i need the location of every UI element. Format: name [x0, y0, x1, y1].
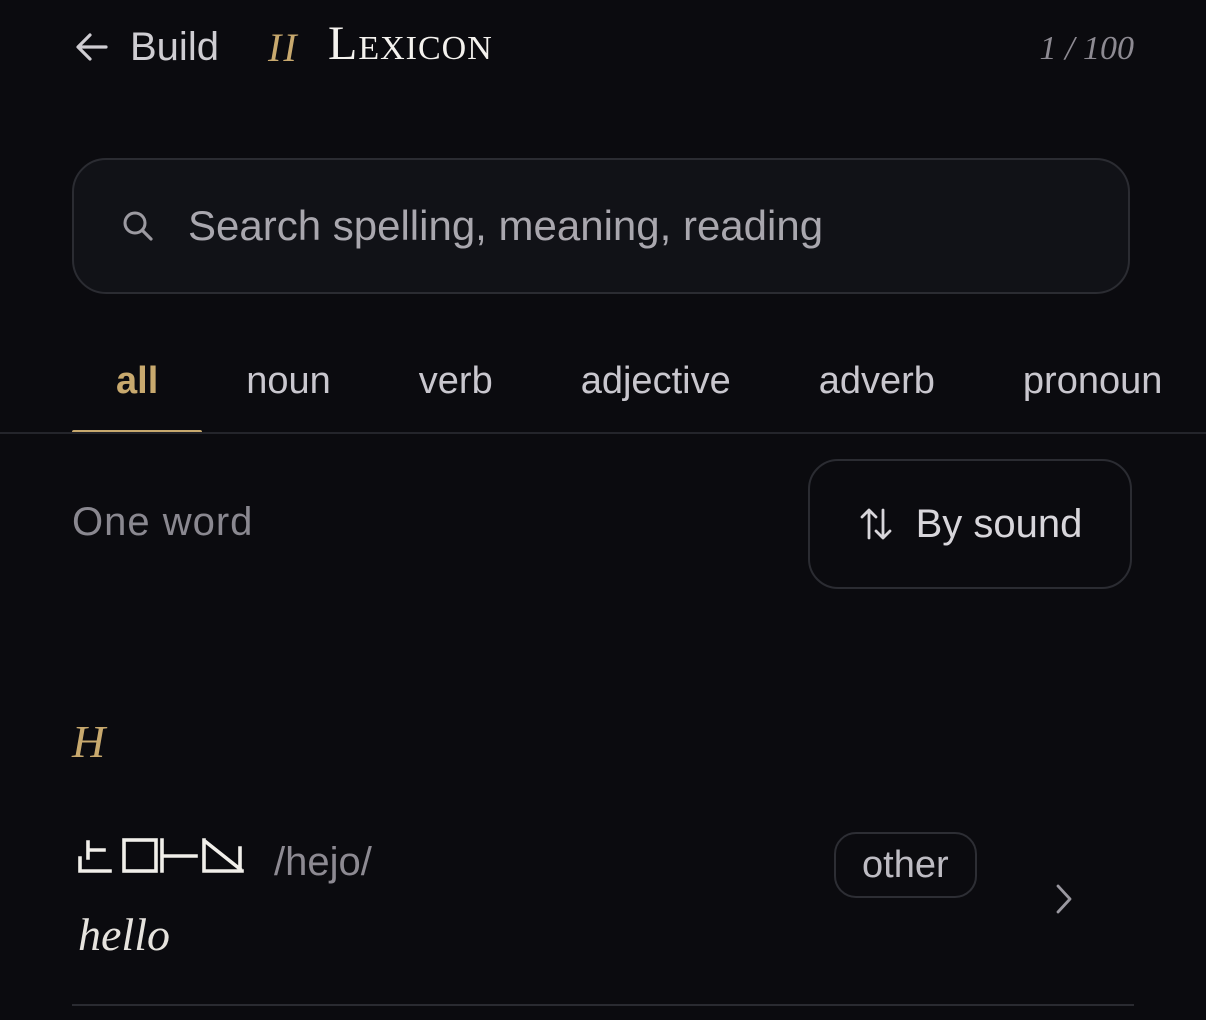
search-bar[interactable] [72, 158, 1130, 294]
search-icon [123, 211, 153, 241]
sort-label: By sound [915, 501, 1083, 546]
tab-pronoun[interactable]: pronoun [979, 330, 1206, 432]
word-entry[interactable]: /hejo/ hello other [72, 820, 1134, 1006]
tab-adverb[interactable]: adverb [775, 330, 979, 432]
lexicon-screen: Build II Lexicon 1 / 100 all noun verb a… [0, 0, 1206, 1020]
word-reading: /hejo/ [274, 840, 372, 884]
word-counter: 1 / 100 [1039, 30, 1134, 67]
entry-divider [72, 1004, 1134, 1006]
tabs-divider [0, 432, 1206, 434]
tab-noun[interactable]: noun [202, 330, 375, 432]
sort-arrows-icon [860, 508, 892, 540]
tab-all[interactable]: all [72, 330, 203, 434]
search-input[interactable] [186, 201, 1128, 251]
section-numeral: II [268, 25, 299, 70]
word-count: One word [72, 500, 254, 544]
section-header-letter: H [72, 716, 106, 767]
sort-button[interactable]: By sound [808, 459, 1132, 589]
back-button[interactable]: Build [72, 18, 219, 76]
page-title: Lexicon [328, 17, 493, 70]
part-of-speech-tabs: all noun verb adjective adverb pronoun [72, 330, 1206, 434]
arrow-left-icon [76, 33, 108, 61]
tab-adjective[interactable]: adjective [537, 330, 775, 432]
word-meaning: hello [78, 909, 170, 960]
tab-verb[interactable]: verb [375, 330, 537, 432]
back-label: Build [130, 24, 219, 69]
chevron-right-icon [1056, 884, 1072, 914]
part-of-speech-badge: other [834, 832, 977, 898]
conscript-glyphs [78, 838, 244, 873]
